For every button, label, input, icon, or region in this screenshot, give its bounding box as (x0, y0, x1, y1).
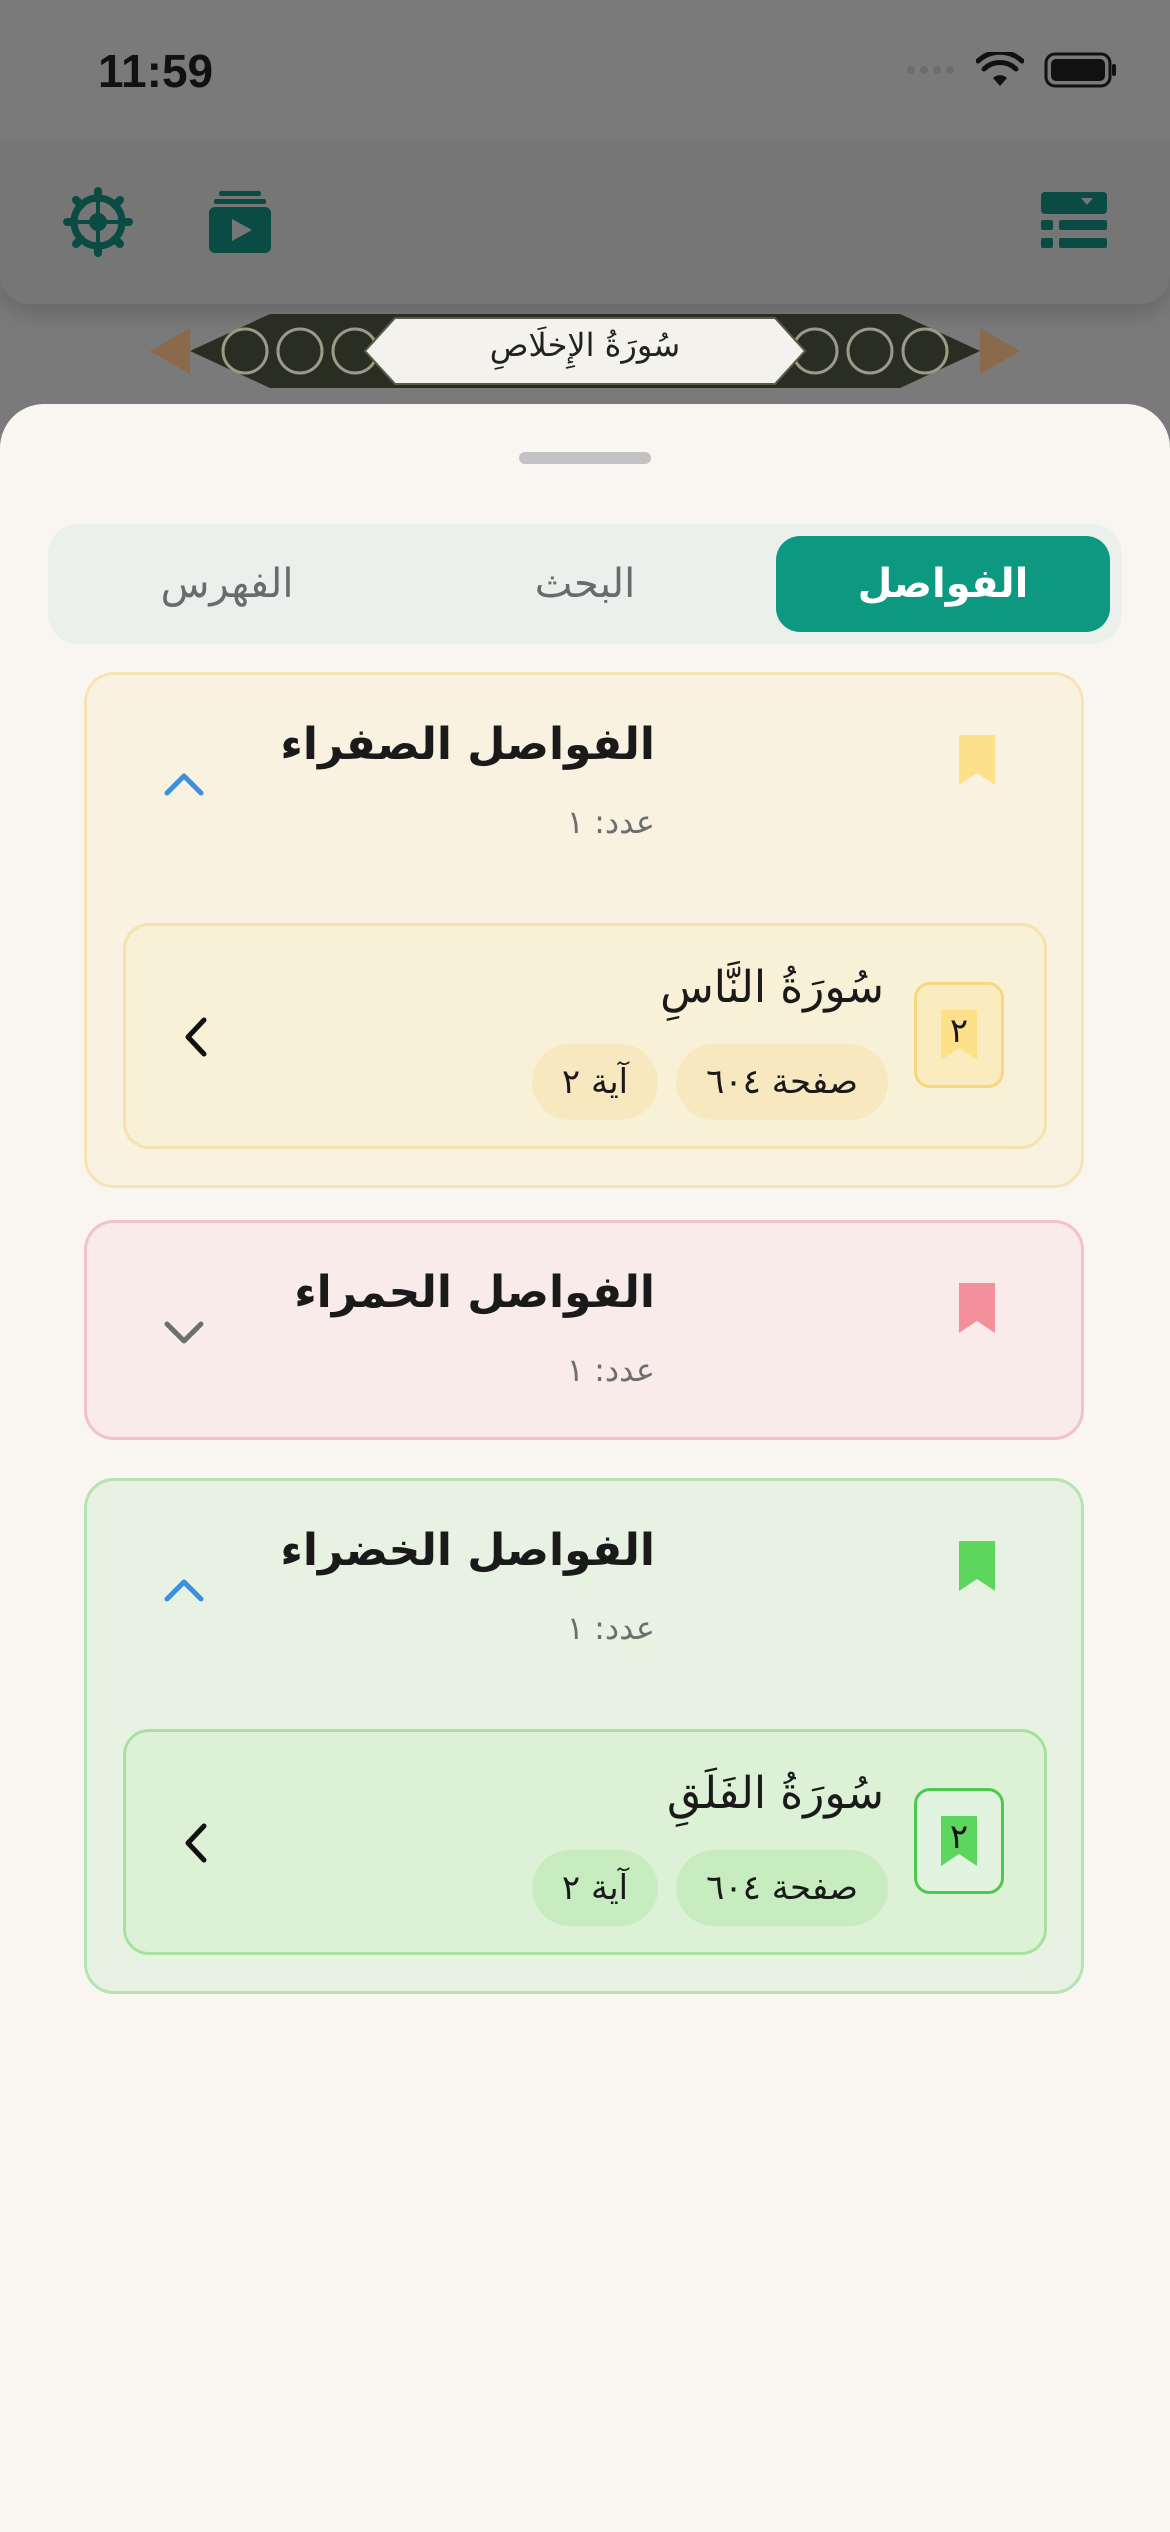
sheet-grabber[interactable] (519, 452, 651, 464)
page-pill: صفحة ٦٠٤ (676, 1044, 888, 1120)
bookmark-icon (959, 1283, 995, 1333)
bookmark-icon (959, 735, 995, 785)
signal-icon (907, 66, 954, 74)
chevron-left-icon (185, 1017, 207, 1057)
bookmark-group-yellow: الفواصل الصفراء عدد: ١ ٢ سُورَةُ النَّاس… (84, 672, 1084, 1188)
banner-surah-title: سُورَةُ الإِخلَاصِ (489, 326, 681, 364)
bookmarks-sheet: الفواصل البحث الفهرس الفواصل الصفراء عدد… (0, 404, 1170, 2532)
index-menu-icon (1041, 192, 1107, 248)
group-title: الفواصل الحمراء (294, 1267, 655, 1318)
badge-number: ٢ (949, 1817, 969, 1857)
wifi-icon (976, 52, 1024, 86)
group-header-yellow[interactable]: الفواصل الصفراء عدد: ١ (87, 675, 1087, 895)
tab-bookmarks[interactable]: الفواصل (776, 536, 1110, 632)
bookmark-group-green: الفواصل الخضراء عدد: ١ ٢ سُورَةُ الفَلَق… (84, 1478, 1084, 1994)
tab-index[interactable]: الفهرس (60, 536, 394, 632)
group-header-green[interactable]: الفواصل الخضراء عدد: ١ (87, 1481, 1087, 1701)
battery-icon (1044, 52, 1116, 88)
play-icon (209, 191, 271, 253)
index-menu-button[interactable] (1034, 182, 1114, 262)
surah-banner: سُورَةُ الإِخلَاصِ (150, 308, 1020, 394)
surah-name: سُورَةُ الفَلَقِ (666, 1768, 884, 1819)
bookmark-badge: ٢ (914, 1788, 1004, 1894)
bookmark-icon (959, 1541, 995, 1591)
reader-toolbar (0, 142, 1170, 304)
group-title: الفواصل الصفراء (280, 719, 655, 770)
bookmark-meta: صفحة ٦٠٤ آية ٢ (531, 1044, 888, 1120)
chevron-down-icon (164, 1321, 204, 1344)
settings-icon (63, 187, 133, 257)
status-time: 11:59 (98, 45, 214, 97)
group-count: عدد: ١ (566, 803, 655, 841)
tab-search[interactable]: البحث (418, 536, 752, 632)
surah-name: سُورَةُ النَّاسِ (660, 962, 884, 1013)
chevron-up-icon (164, 1579, 204, 1602)
ayah-pill: آية ٢ (531, 1044, 659, 1120)
ayah-pill: آية ٢ (531, 1850, 659, 1926)
bookmark-meta: صفحة ٦٠٤ آية ٢ (531, 1850, 888, 1926)
bookmark-item[interactable]: ٢ سُورَةُ الفَلَقِ صفحة ٦٠٤ آية ٢ (123, 1729, 1047, 1955)
chevron-up-icon (164, 773, 204, 796)
group-count: عدد: ١ (566, 1351, 655, 1389)
page-pill: صفحة ٦٠٤ (676, 1850, 888, 1926)
status-icons (906, 52, 1118, 88)
group-header-red[interactable]: الفواصل الحمراء عدد: ١ (87, 1223, 1087, 1443)
segmented-tabs: الفواصل البحث الفهرس (48, 524, 1122, 644)
play-button[interactable] (200, 182, 280, 262)
bookmark-group-red: الفواصل الحمراء عدد: ١ (84, 1220, 1084, 1440)
bookmark-item[interactable]: ٢ سُورَةُ النَّاسِ صفحة ٦٠٤ آية ٢ (123, 923, 1047, 1149)
chevron-left-icon (185, 1823, 207, 1863)
status-bar: 11:59 (0, 0, 1170, 140)
bookmark-badge: ٢ (914, 982, 1004, 1088)
group-count: عدد: ١ (566, 1609, 655, 1647)
group-title: الفواصل الخضراء (280, 1525, 655, 1576)
badge-number: ٢ (949, 1011, 969, 1051)
settings-button[interactable] (58, 182, 138, 262)
